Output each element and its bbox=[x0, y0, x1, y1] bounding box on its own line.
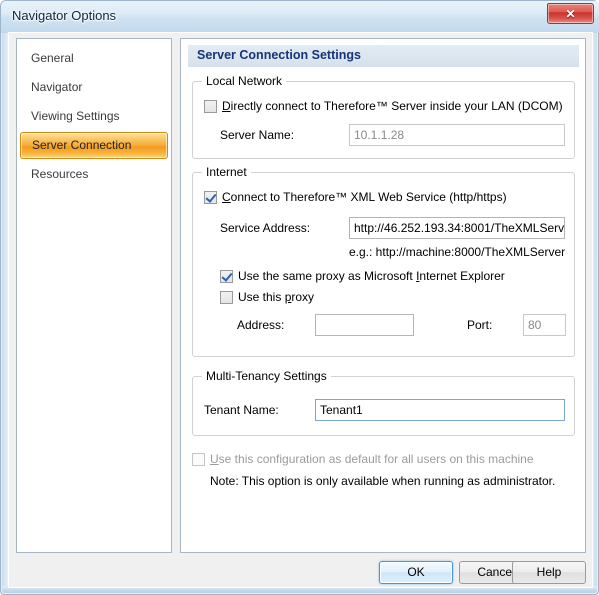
tenant-name-label: Tenant Name: bbox=[204, 403, 279, 417]
sidebar-item-navigator[interactable]: Navigator bbox=[20, 74, 168, 101]
ie-proxy-label-rest: nternet Explorer bbox=[419, 269, 505, 283]
dcom-accel-char: D bbox=[222, 99, 231, 113]
dcom-checkbox-label: Directly connect to Therefore™ Server in… bbox=[222, 99, 563, 113]
dcom-checkbox-row[interactable]: Directly connect to Therefore™ Server in… bbox=[204, 99, 563, 113]
group-internet: Internet Connect to Therefore™ XML Web S… bbox=[192, 165, 575, 357]
dialog-window: Navigator Options ✕ General Navigator Vi… bbox=[0, 0, 599, 595]
server-name-input[interactable]: 10.1.1.28 bbox=[349, 124, 565, 146]
settings-panel: Server Connection Settings Local Network… bbox=[180, 38, 586, 553]
default-config-label-rest: se this configuration as default for all… bbox=[218, 452, 534, 466]
this-proxy-checkbox[interactable] bbox=[220, 290, 233, 304]
proxy-port-input[interactable]: 80 bbox=[523, 314, 566, 336]
ie-proxy-label-pre: Use the same proxy as Microsoft bbox=[238, 269, 417, 283]
close-icon: ✕ bbox=[565, 6, 576, 21]
page-title: Server Connection Settings bbox=[197, 48, 361, 62]
sidebar-item-viewing-settings[interactable]: Viewing Settings bbox=[20, 103, 168, 130]
this-proxy-label-rest: roxy bbox=[291, 290, 315, 304]
webservice-label-rest: onnect to Therefore™ XML Web Service (ht… bbox=[230, 190, 507, 204]
group-local-network: Local Network Directly connect to Theref… bbox=[192, 74, 575, 159]
default-config-accel-char: U bbox=[210, 452, 219, 466]
service-address-input[interactable]: http://46.252.193.34:8001/TheXMLServer bbox=[349, 217, 565, 239]
ok-button[interactable]: OK bbox=[379, 561, 453, 584]
window-title: Navigator Options bbox=[12, 8, 117, 23]
ie-proxy-checkbox-row[interactable]: Use the same proxy as Microsoft Internet… bbox=[220, 269, 505, 283]
sidebar-item-general[interactable]: General bbox=[20, 45, 168, 72]
default-config-checkbox bbox=[192, 452, 205, 466]
help-button[interactable]: Help bbox=[512, 561, 586, 584]
this-proxy-checkbox-label: Use this proxy bbox=[238, 290, 314, 304]
webservice-checkbox[interactable] bbox=[204, 190, 217, 204]
webservice-checkbox-row[interactable]: Connect to Therefore™ XML Web Service (h… bbox=[204, 190, 507, 204]
this-proxy-checkbox-row[interactable]: Use this proxy bbox=[220, 290, 314, 304]
default-config-checkbox-label: Use this configuration as default for al… bbox=[210, 452, 534, 466]
service-address-label: Service Address: bbox=[220, 221, 311, 235]
webservice-accel-char: C bbox=[222, 190, 231, 204]
ie-proxy-checkbox[interactable] bbox=[220, 269, 233, 283]
group-multi-tenancy-title: Multi-Tenancy Settings bbox=[202, 369, 331, 383]
default-config-checkbox-row: Use this configuration as default for al… bbox=[192, 452, 534, 466]
ie-proxy-checkbox-label: Use the same proxy as Microsoft Internet… bbox=[238, 269, 505, 283]
administrator-note: Note: This option is only available when… bbox=[210, 474, 556, 488]
server-name-label: Server Name: bbox=[220, 128, 295, 142]
titlebar: Navigator Options ✕ bbox=[1, 1, 599, 32]
proxy-port-label: Port: bbox=[467, 318, 493, 332]
proxy-address-input[interactable] bbox=[315, 314, 414, 336]
group-local-network-title: Local Network bbox=[202, 74, 287, 88]
proxy-address-label: Address: bbox=[237, 318, 285, 332]
webservice-checkbox-label: Connect to Therefore™ XML Web Service (h… bbox=[222, 190, 507, 204]
service-address-hint: e.g.: http://machine:8000/TheXMLServer bbox=[349, 245, 566, 259]
panel-header-banner: Server Connection Settings bbox=[188, 45, 579, 67]
options-category-list: General Navigator Viewing Settings Serve… bbox=[16, 38, 172, 553]
dialog-client-area: General Navigator Viewing Settings Serve… bbox=[8, 32, 593, 588]
tenant-name-input[interactable]: Tenant1 bbox=[315, 399, 565, 421]
dcom-checkbox[interactable] bbox=[204, 99, 217, 113]
sidebar-item-server-connection[interactable]: Server Connection bbox=[20, 132, 168, 159]
group-multi-tenancy: Multi-Tenancy Settings Tenant Name: Tena… bbox=[192, 369, 575, 436]
this-proxy-label-pre: Use this bbox=[238, 290, 285, 304]
sidebar-item-resources[interactable]: Resources bbox=[20, 161, 168, 188]
dcom-label-rest: irectly connect to Therefore™ Server ins… bbox=[230, 99, 563, 113]
group-internet-title: Internet bbox=[202, 165, 251, 179]
close-button[interactable]: ✕ bbox=[547, 3, 594, 24]
